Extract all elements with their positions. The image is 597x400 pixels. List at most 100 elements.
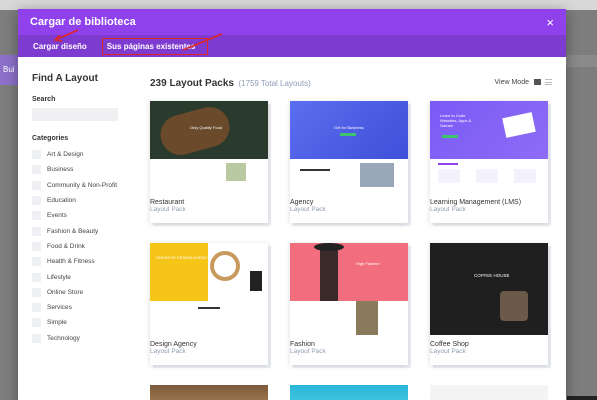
layout-content: 239 Layout Packs (1759 Total Layouts) Vi…: [136, 57, 566, 400]
close-icon[interactable]: ×: [546, 16, 554, 29]
layout-thumbnail: Grit for Business: [290, 101, 408, 193]
categories-label: Categories: [32, 135, 69, 142]
layout-card-name: Agency: [290, 199, 314, 206]
category-checkbox[interactable]: [32, 165, 41, 175]
thumb-headline: High Fashion: [356, 261, 380, 266]
packs-count: 239 Layout Packs: [150, 78, 234, 89]
thumb-headline: COFFEE HOUSE: [474, 273, 510, 278]
layout-grid: Only Quality Food Restaurant Layout Pack…: [150, 101, 552, 365]
packs-total: (1759 Total Layouts): [238, 79, 311, 88]
category-checkbox[interactable]: [32, 333, 41, 343]
sidebar: Find A Layout Search Categories Art & De…: [18, 57, 136, 400]
layout-grid-row-partial: [150, 385, 552, 400]
sidebar-title: Find A Layout: [32, 73, 98, 84]
layout-card-lms[interactable]: Learn to Code Websites, Apps & Games Lea…: [430, 101, 548, 223]
category-checkbox[interactable]: [32, 318, 41, 328]
modal-body: Find A Layout Search Categories Art & De…: [18, 57, 566, 400]
list-view-icon[interactable]: [545, 79, 552, 85]
layout-card-name: Coffee Shop: [430, 341, 469, 348]
layout-thumbnail: Learn to Code Websites, Apps & Games: [430, 101, 548, 193]
layout-card-fashion[interactable]: High Fashion Fashion Layout Pack: [290, 243, 408, 365]
category-item-events[interactable]: Events: [32, 208, 136, 223]
category-checkbox[interactable]: [32, 257, 41, 267]
category-item-lifestyle[interactable]: Lifestyle: [32, 269, 136, 284]
category-checkbox[interactable]: [32, 211, 41, 221]
layout-card-name: Design Agency: [150, 341, 197, 348]
category-label: Online Store: [47, 288, 84, 296]
category-checkbox[interactable]: [32, 226, 41, 236]
category-label: Food & Drink: [47, 242, 85, 250]
category-checkbox[interactable]: [32, 180, 41, 190]
layout-card-partial[interactable]: [290, 385, 408, 400]
thumb-headline: Learn to Code Websites, Apps & Games: [440, 113, 472, 128]
category-label: Fashion & Beauty: [47, 227, 99, 235]
background-right-strip: [565, 55, 597, 67]
category-item-health-fitness[interactable]: Health & Fitness: [32, 254, 136, 269]
layout-thumbnail: Only Quality Food: [150, 101, 268, 193]
layout-card-type: Layout Pack: [150, 348, 186, 355]
layout-thumbnail: High Fashion: [290, 243, 408, 335]
category-checkbox[interactable]: [32, 287, 41, 297]
background-builder-strip: Bui: [0, 55, 20, 85]
search-label: Search: [32, 96, 56, 103]
layout-thumbnail: CREATIVE DESIGN AGENCY: [150, 243, 268, 335]
category-checkbox[interactable]: [32, 241, 41, 251]
layout-card-type: Layout Pack: [290, 206, 326, 213]
view-mode-label: View Mode: [494, 78, 529, 86]
layout-card-type: Layout Pack: [290, 348, 326, 355]
layout-card-partial[interactable]: [430, 385, 548, 400]
layout-card-type: Layout Pack: [430, 206, 466, 213]
category-item-education[interactable]: Education: [32, 193, 136, 208]
category-item-fashion-beauty[interactable]: Fashion & Beauty: [32, 223, 136, 238]
category-checkbox[interactable]: [32, 196, 41, 206]
category-item-business[interactable]: Business: [32, 162, 136, 177]
layout-card-name: Restaurant: [150, 199, 185, 206]
category-label: Simple: [47, 319, 67, 327]
category-item-community[interactable]: Community & Non-Profit: [32, 178, 136, 193]
modal-header: Cargar de biblioteca ×: [18, 9, 566, 35]
category-label: Education: [47, 197, 76, 205]
category-item-technology[interactable]: Technology: [32, 331, 136, 346]
category-item-services[interactable]: Services: [32, 300, 136, 315]
search-input[interactable]: [32, 108, 118, 121]
layout-card-partial[interactable]: [150, 385, 268, 400]
layout-card-name: Fashion: [290, 341, 315, 348]
category-list: Art & Design Business Community & Non-Pr…: [32, 147, 136, 346]
layout-thumbnail: [150, 385, 268, 400]
layout-card-coffee-shop[interactable]: COFFEE HOUSE Coffee Shop Layout Pack: [430, 243, 548, 365]
content-header: 239 Layout Packs (1759 Total Layouts) Vi…: [150, 73, 552, 91]
category-label: Technology: [47, 334, 80, 342]
layout-card-restaurant[interactable]: Only Quality Food Restaurant Layout Pack: [150, 101, 268, 223]
layout-thumbnail: COFFEE HOUSE: [430, 243, 548, 335]
category-label: Health & Fitness: [47, 258, 95, 266]
thumb-headline: Only Quality Food: [190, 125, 223, 130]
thumb-headline: CREATIVE DESIGN AGENCY: [156, 255, 210, 260]
category-checkbox[interactable]: [32, 272, 41, 282]
tab-existing-pages[interactable]: Sus páginas existentes: [101, 37, 209, 55]
category-label: Community & Non-Profit: [47, 181, 118, 189]
layout-card-design-agency[interactable]: CREATIVE DESIGN AGENCY Design Agency Lay…: [150, 243, 268, 365]
category-label: Art & Design: [47, 151, 84, 159]
view-mode: View Mode: [494, 79, 552, 86]
layout-card-agency[interactable]: Grit for Business Agency Layout Pack: [290, 101, 408, 223]
category-checkbox[interactable]: [32, 150, 41, 160]
load-library-modal: Cargar de biblioteca × Cargar diseño Sus…: [18, 9, 566, 400]
grid-view-icon[interactable]: [534, 79, 541, 85]
category-label: Services: [47, 304, 72, 312]
layout-card-type: Layout Pack: [150, 206, 186, 213]
category-item-simple[interactable]: Simple: [32, 315, 136, 330]
tab-load-layout[interactable]: Cargar diseño: [30, 39, 90, 54]
thumb-headline: Grit for Business: [334, 125, 364, 130]
layout-card-type: Layout Pack: [430, 348, 466, 355]
layout-thumbnail: [430, 385, 548, 400]
tabs-bar: Cargar diseño Sus páginas existentes: [18, 35, 566, 57]
category-label: Business: [47, 166, 74, 174]
packs-heading: 239 Layout Packs (1759 Total Layouts): [150, 73, 311, 91]
category-label: Lifestyle: [47, 273, 71, 281]
modal-title: Cargar de biblioteca: [30, 16, 136, 28]
category-item-art-design[interactable]: Art & Design: [32, 147, 136, 162]
category-checkbox[interactable]: [32, 303, 41, 313]
category-item-online-store[interactable]: Online Store: [32, 285, 136, 300]
layout-card-name: Learning Management (LMS): [430, 199, 522, 206]
category-item-food-drink[interactable]: Food & Drink: [32, 239, 136, 254]
